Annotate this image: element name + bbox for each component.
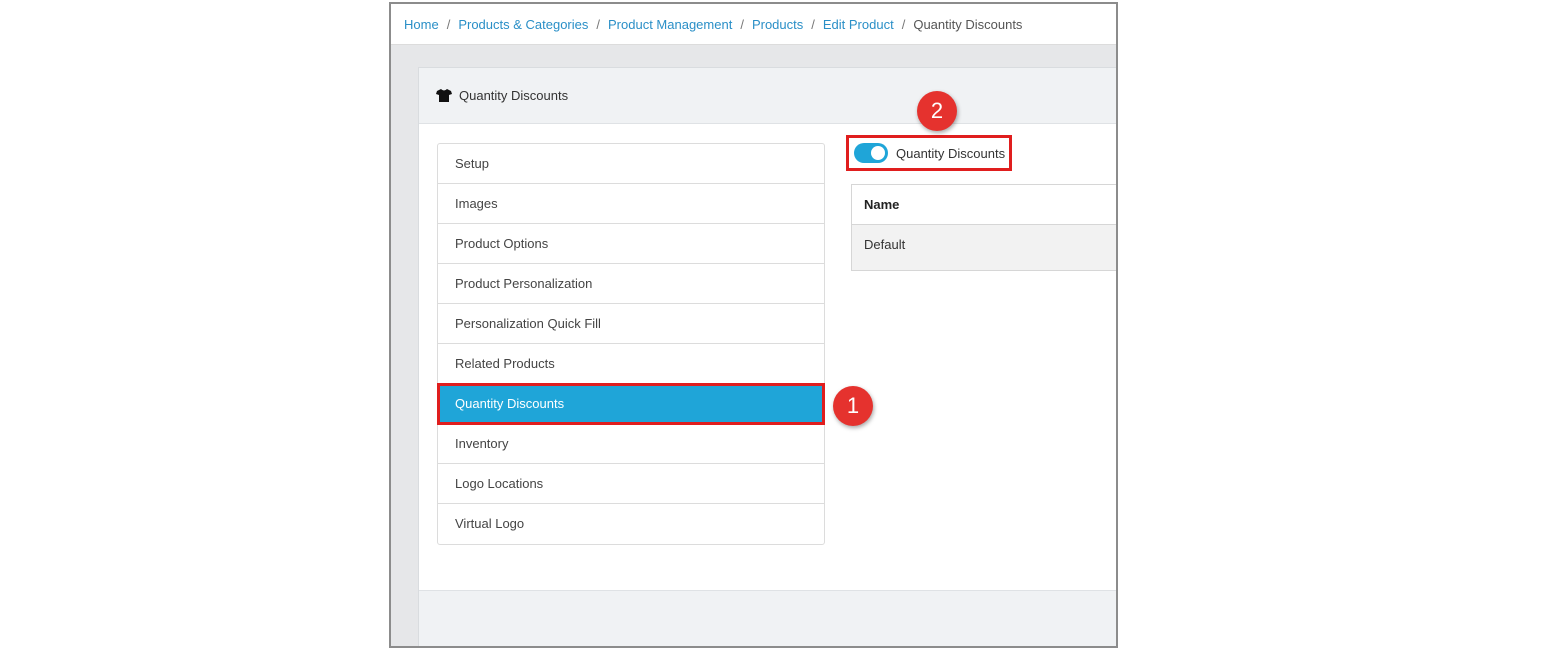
breadcrumb: Home / Products & Categories / Product M… — [391, 4, 1116, 45]
app-window: Home / Products & Categories / Product M… — [389, 2, 1118, 648]
quantity-discounts-toggle[interactable] — [854, 143, 888, 163]
discounts-table: Name Default — [851, 184, 1116, 271]
menu-item-quantity-discounts[interactable]: Quantity Discounts — [437, 383, 825, 425]
breadcrumb-separator: / — [811, 16, 815, 32]
product-card: Quantity Discounts Setup Images Product … — [418, 67, 1116, 646]
breadcrumb-separator: / — [901, 16, 906, 32]
annotation-badge-2: 2 — [917, 91, 957, 131]
breadcrumb-separator: / — [740, 16, 744, 32]
table-row[interactable]: Default — [852, 225, 1116, 270]
breadcrumb-products[interactable]: Products — [752, 17, 803, 32]
tshirt-icon — [436, 89, 452, 102]
menu-item-images[interactable]: Images — [438, 184, 824, 224]
product-edit-menu: Setup Images Product Options Product Per… — [437, 143, 825, 545]
card-title: Quantity Discounts — [459, 88, 569, 103]
breadcrumb-product-management[interactable]: Product Management — [608, 17, 732, 32]
breadcrumb-products-categories[interactable]: Products & Categories — [458, 17, 588, 32]
menu-item-inventory[interactable]: Inventory — [438, 424, 824, 464]
menu-item-logo-locations[interactable]: Logo Locations — [438, 464, 824, 504]
breadcrumb-separator: / — [596, 16, 601, 32]
quantity-discounts-toggle-highlight: Quantity Discounts — [846, 135, 1012, 171]
menu-item-virtual-logo[interactable]: Virtual Logo — [438, 504, 824, 544]
annotation-badge-1: 1 — [833, 386, 873, 426]
breadcrumb-current: Quantity Discounts — [913, 16, 1023, 32]
breadcrumb-separator: / — [446, 16, 451, 32]
menu-item-related-products[interactable]: Related Products — [438, 344, 824, 384]
menu-item-product-options[interactable]: Product Options — [438, 224, 824, 264]
breadcrumb-edit-product[interactable]: Edit Product — [823, 17, 894, 32]
menu-item-setup[interactable]: Setup — [438, 144, 824, 184]
toggle-label: Quantity Discounts — [896, 145, 1006, 161]
table-header-name: Name — [852, 185, 1116, 225]
toggle-knob — [871, 146, 885, 160]
breadcrumb-home[interactable]: Home — [404, 17, 439, 32]
menu-item-product-personalization[interactable]: Product Personalization — [438, 264, 824, 304]
menu-item-personalization-quick-fill[interactable]: Personalization Quick Fill — [438, 304, 824, 344]
card-footer — [419, 590, 1116, 646]
card-header: Quantity Discounts — [419, 68, 1116, 124]
